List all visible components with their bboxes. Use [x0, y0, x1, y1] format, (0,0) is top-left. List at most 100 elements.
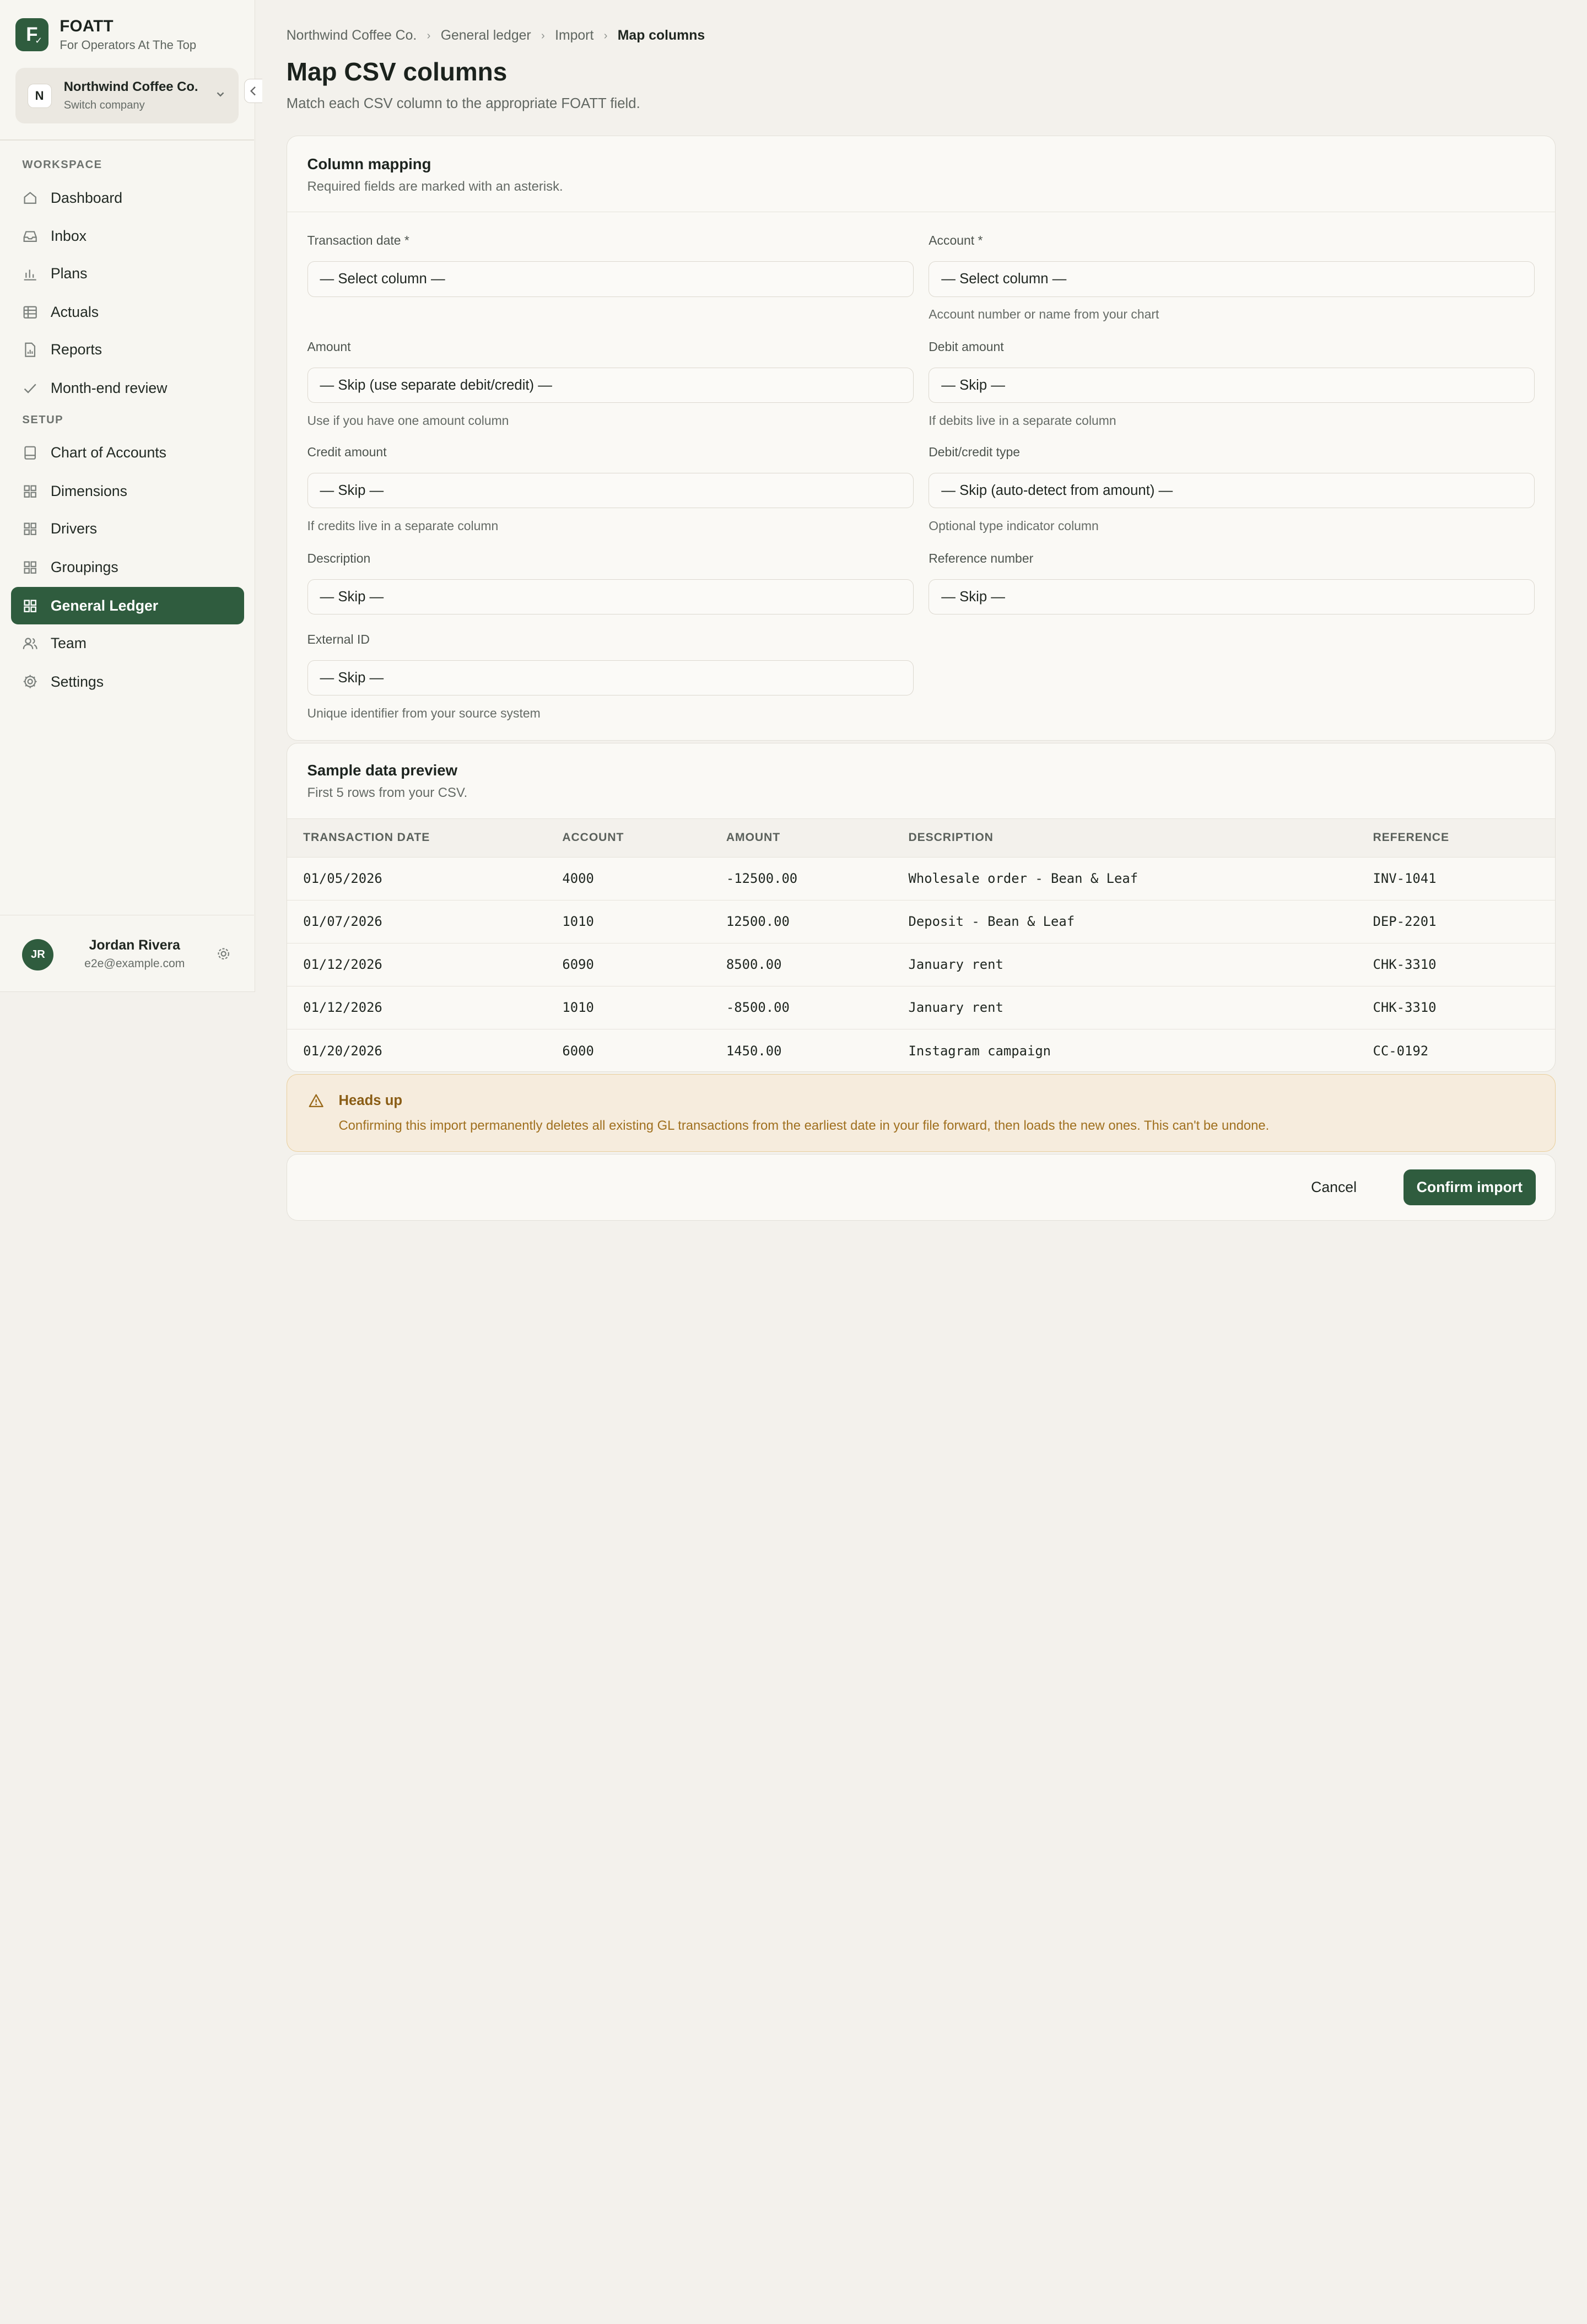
debit-credit-type-select[interactable]: — Skip (auto-detect from amount) —: [929, 473, 1535, 509]
grid-icon: [22, 483, 38, 499]
field-hint: Unique identifier from your source syste…: [307, 705, 541, 720]
brand[interactable]: F ✓ FOATT For Operators At The Top: [15, 17, 197, 52]
bar-chart-icon: [22, 266, 38, 282]
breadcrumb-general-ledger[interactable]: General ledger: [441, 28, 531, 44]
table-cell: 01/20/2026: [303, 1043, 382, 1059]
company-switch-label: Switch company: [63, 99, 145, 111]
sidebar-item-label: Dimensions: [50, 483, 127, 500]
sidebar-item-inbox[interactable]: Inbox: [11, 218, 244, 255]
table-cell: -8500.00: [726, 986, 909, 1030]
sidebar-item-settings[interactable]: Settings: [11, 663, 244, 700]
sidebar-item-chart-of-accounts[interactable]: Chart of Accounts: [11, 434, 244, 472]
avatar[interactable]: JR: [22, 939, 54, 970]
chevron-right-icon: ›: [603, 29, 608, 42]
field-label: Credit amount: [307, 445, 387, 460]
confirm-import-button[interactable]: Confirm import: [1403, 1169, 1536, 1205]
sidebar-item-drivers[interactable]: Drivers: [11, 510, 244, 548]
field-credit-amount: Credit amount — Skip — If credits live i…: [307, 445, 914, 533]
chevron-left-icon: [250, 87, 256, 96]
sidebar-item-label: Inbox: [50, 228, 87, 245]
table-cell: -12500.00: [726, 857, 909, 901]
sidebar-item-general-ledger[interactable]: General Ledger: [11, 587, 244, 625]
sidebar-item-label: Settings: [50, 673, 104, 690]
collapse-sidebar-button[interactable]: [244, 79, 262, 104]
table-cell: Instagram campaign: [908, 1043, 1051, 1059]
table-row: 01/12/2026 1010 -8500.00 January rent CH…: [287, 986, 1555, 1030]
column-header: AMOUNT: [726, 818, 909, 858]
inbox-icon: [22, 228, 38, 244]
field-hint: Use if you have one amount column: [307, 413, 509, 428]
external-id-select[interactable]: — Skip —: [307, 660, 914, 696]
sidebar-item-plans[interactable]: Plans: [11, 255, 244, 293]
table-cell: 01/05/2026: [287, 857, 563, 901]
sidebar-item-dashboard[interactable]: Dashboard: [11, 179, 244, 217]
cancel-button[interactable]: Cancel: [1299, 1169, 1369, 1205]
sample-preview-subtitle: First 5 rows from your CSV.: [307, 785, 468, 801]
transaction-date-select[interactable]: — Select column —: [307, 261, 914, 297]
sidebar-item-reports[interactable]: Reports: [11, 331, 244, 369]
sidebar-item-label: Month-end review: [50, 379, 168, 396]
workspace-section-label: WORKSPACE: [22, 159, 102, 171]
field-description: Description — Skip —: [307, 551, 914, 615]
credit-amount-select[interactable]: — Skip —: [307, 473, 914, 509]
company-badge: N: [27, 83, 52, 108]
app-root: F ✓ FOATT For Operators At The Top N Nort…: [0, 0, 1587, 1265]
users-icon: [22, 635, 38, 651]
sidebar-item-label: Drivers: [50, 520, 98, 537]
table-cell: Deposit - Bean & Leaf: [908, 900, 1373, 943]
sidebar-item-actuals[interactable]: Actuals: [11, 294, 244, 331]
breadcrumb-company[interactable]: Northwind Coffee Co.: [287, 28, 417, 44]
sidebar-item-month-end-review[interactable]: Month-end review: [11, 369, 244, 407]
warning-triangle-icon: [308, 1093, 324, 1113]
page-subtitle: Match each CSV column to the appropriate…: [286, 96, 640, 112]
field-debit-credit-type: Debit/credit type — Skip (auto-detect fr…: [929, 445, 1535, 533]
table-cell: 8500.00: [726, 943, 909, 986]
user-settings-gear-icon[interactable]: [215, 946, 231, 966]
sidebar-item-label: Dashboard: [50, 189, 123, 206]
report-icon: [22, 342, 38, 358]
sidebar-item-dimensions[interactable]: Dimensions: [11, 473, 244, 510]
account-select[interactable]: — Select column —: [929, 261, 1535, 297]
book-icon: [22, 445, 38, 461]
field-label: Account *: [929, 233, 983, 248]
table-cell: 1010: [562, 986, 726, 1030]
chevron-right-icon: ›: [427, 29, 431, 42]
field-label: Debit/credit type: [929, 445, 1020, 460]
brand-tagline: For Operators At The Top: [60, 37, 197, 52]
table-cell: 1010: [562, 900, 726, 943]
field-label: Description: [307, 551, 371, 566]
table-cell: CHK-3310: [1373, 943, 1555, 986]
sidebar-item-groupings[interactable]: Groupings: [11, 548, 244, 586]
table-cell: 1450.00: [726, 1043, 782, 1059]
debit-amount-select[interactable]: — Skip —: [929, 368, 1535, 403]
field-hint: Account number or name from your chart: [929, 306, 1159, 321]
table-row: 01/05/2026 4000 -12500.00 Wholesale orde…: [287, 857, 1555, 901]
breadcrumb: Northwind Coffee Co. › General ledger › …: [287, 28, 705, 44]
alert-message: Confirming this import permanently delet…: [338, 1118, 1270, 1133]
reference-number-select[interactable]: — Skip —: [929, 579, 1535, 615]
breadcrumb-current: Map columns: [617, 28, 705, 44]
sidebar-item-label: Plans: [50, 265, 88, 282]
sidebar-item-label: Chart of Accounts: [50, 444, 166, 461]
table-header-row: TRANSACTION DATE ACCOUNT AMOUNT DESCRIPT…: [287, 818, 1555, 858]
column-header: ACCOUNT: [562, 818, 726, 858]
column-mapping-card: Column mapping Required fields are marke…: [286, 136, 1556, 741]
column-mapping-title: Column mapping: [307, 155, 431, 172]
amount-select[interactable]: — Skip (use separate debit/credit) —: [307, 368, 914, 403]
user-email: e2e@example.com: [84, 957, 185, 970]
company-switcher[interactable]: N Northwind Coffee Co. Switch company: [15, 68, 239, 124]
sample-preview-title: Sample data preview: [307, 762, 458, 779]
field-account: Account * — Select column — Account numb…: [929, 233, 1535, 322]
field-hint: If debits live in a separate column: [929, 413, 1116, 428]
breadcrumb-import[interactable]: Import: [555, 28, 593, 44]
sidebar-item-team[interactable]: Team: [11, 624, 244, 662]
sidebar-divider: [0, 139, 254, 141]
table-cell: January rent: [908, 943, 1373, 986]
sidebar-item-label: General Ledger: [50, 597, 159, 614]
user-profile: JR Jordan Rivera e2e@example.com: [0, 915, 254, 992]
field-label: Reference number: [929, 551, 1034, 566]
column-header: DESCRIPTION: [908, 818, 1373, 858]
column-header: TRANSACTION DATE: [287, 818, 563, 858]
description-select[interactable]: — Skip —: [307, 579, 914, 615]
table-cell: INV-1041: [1373, 857, 1555, 901]
